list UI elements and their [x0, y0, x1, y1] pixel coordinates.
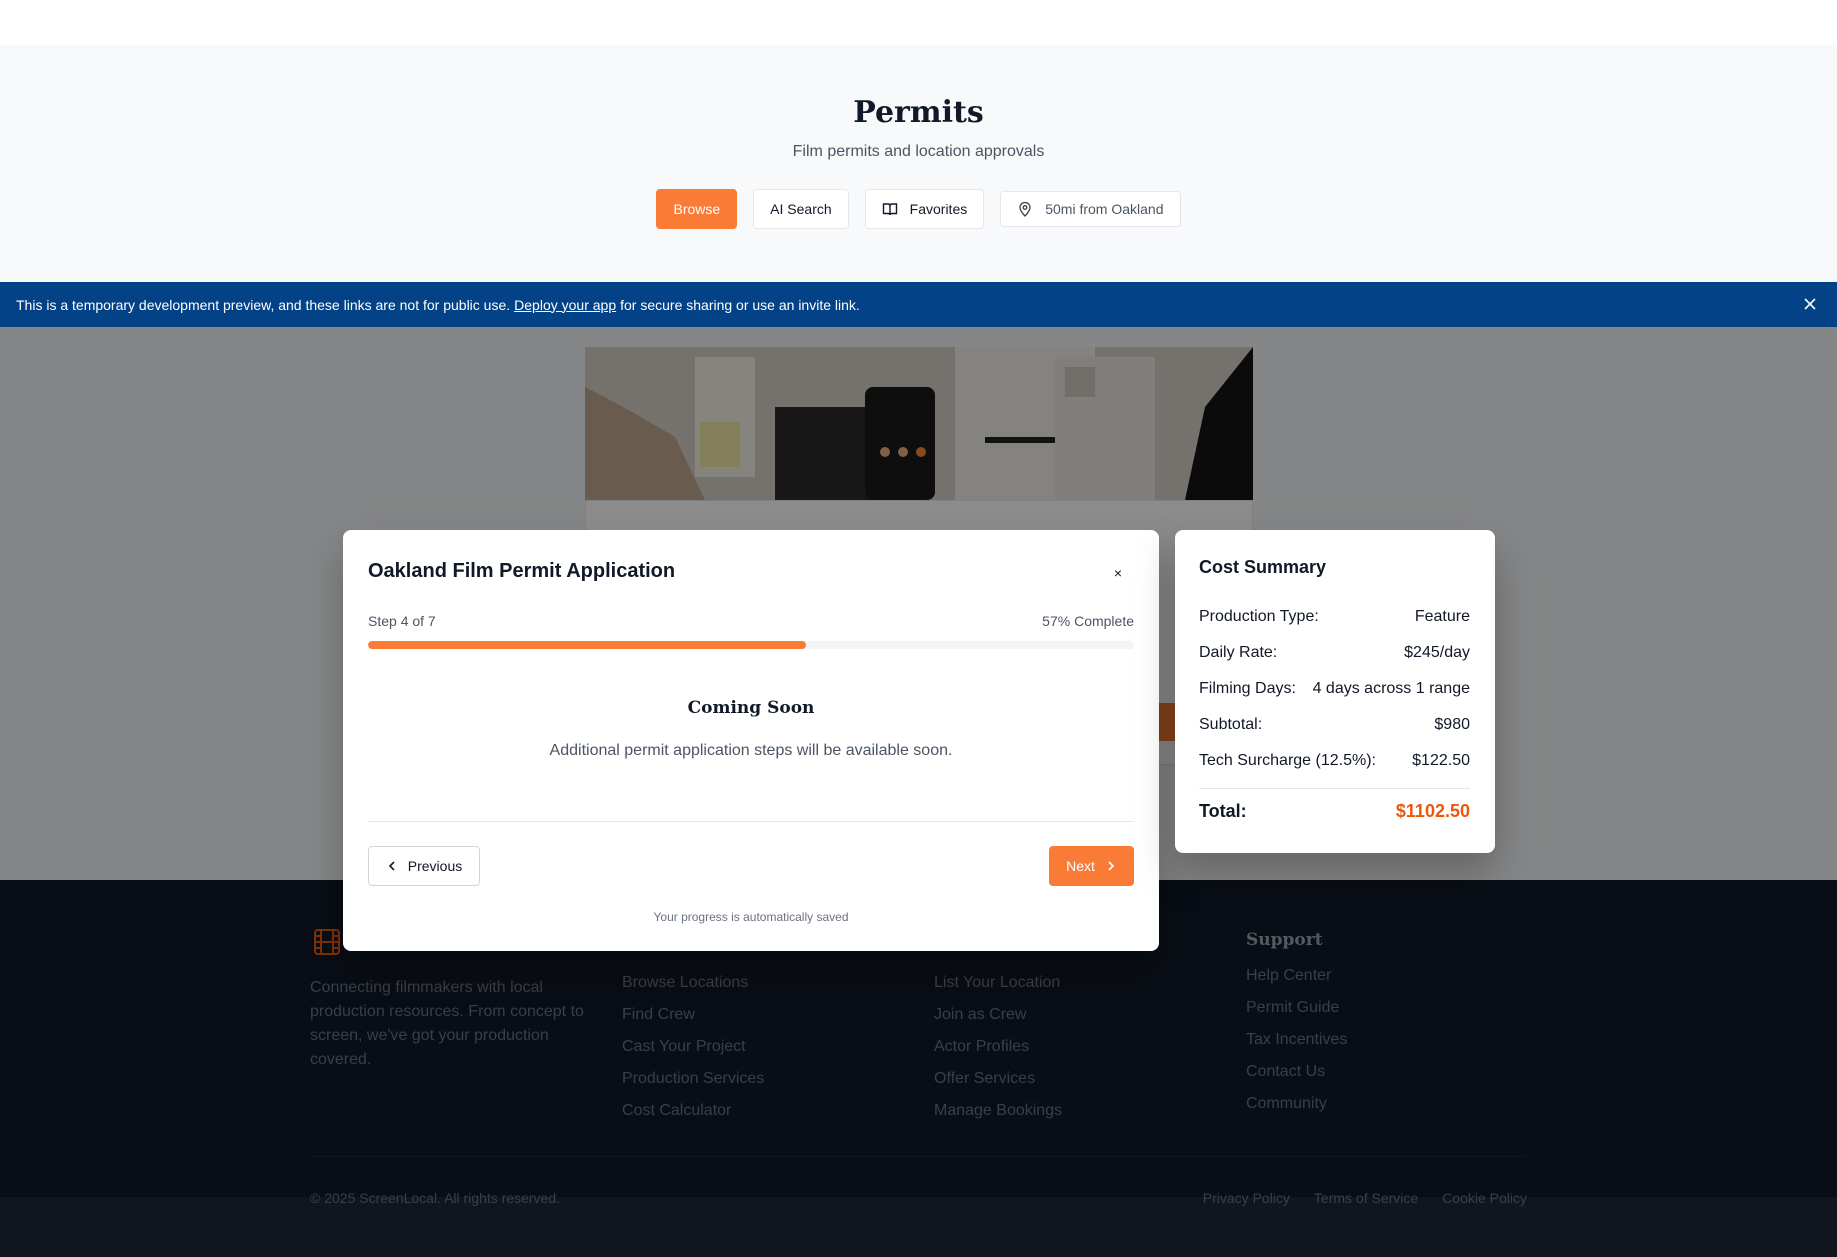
dev-preview-banner: This is a temporary development preview,…	[0, 282, 1837, 327]
map-pin-icon	[1017, 201, 1033, 217]
cost-label: Filming Days:	[1199, 680, 1296, 697]
book-icon	[882, 201, 898, 217]
progress-bar	[368, 641, 1134, 649]
banner-text: This is a temporary development preview,…	[16, 296, 511, 313]
cost-row-subtotal: Subtotal: $980	[1199, 716, 1470, 734]
chevron-right-icon	[1105, 860, 1117, 872]
cost-row-daily-rate: Daily Rate: $245/day	[1199, 644, 1470, 662]
modal-divider	[368, 821, 1134, 822]
cost-value: $122.50	[1412, 752, 1470, 769]
cost-row-production-type: Production Type: Feature	[1199, 608, 1470, 626]
progress-bar-fill	[368, 641, 806, 649]
cost-value: Feature	[1414, 608, 1470, 625]
permit-application-modal: Oakland Film Permit Application × Step 4…	[343, 530, 1159, 951]
close-icon[interactable]	[1801, 295, 1819, 313]
ai-search-label: AI Search	[770, 201, 832, 217]
page-subtitle: Film permits and location approvals	[792, 143, 1045, 160]
cost-row-filming-days: Filming Days: 4 days across 1 range	[1199, 680, 1470, 698]
cost-summary-panel: Cost Summary Production Type: Feature Da…	[1175, 530, 1495, 853]
cost-label: Production Type:	[1199, 608, 1319, 625]
cost-row-tech-surcharge: Tech Surcharge (12.5%): $122.50	[1199, 752, 1470, 770]
cost-value: 4 days across 1 range	[1312, 680, 1470, 697]
next-label: Next	[1066, 858, 1095, 874]
location-label: 50mi from Oakland	[1045, 201, 1164, 217]
next-button[interactable]: Next	[1049, 846, 1134, 886]
favorites-label: Favorites	[909, 201, 968, 217]
total-value: $1102.50	[1395, 801, 1470, 821]
cost-label: Tech Surcharge (12.5%):	[1199, 752, 1376, 769]
percent-complete: 57% Complete	[1042, 613, 1134, 629]
cost-label: Subtotal:	[1199, 716, 1263, 733]
total-label: Total:	[1199, 801, 1247, 821]
location-filter-button[interactable]: 50mi from Oakland	[1000, 191, 1181, 227]
deploy-link[interactable]: Deploy your app	[514, 297, 616, 313]
cost-summary-title: Cost Summary	[1199, 557, 1327, 577]
hero-section	[0, 45, 1837, 282]
previous-button[interactable]: Previous	[368, 846, 480, 886]
top-bar	[0, 0, 1837, 45]
ai-search-button[interactable]: AI Search	[753, 189, 849, 229]
modal-title: Oakland Film Permit Application	[368, 560, 676, 582]
favorites-button[interactable]: Favorites	[864, 189, 985, 229]
browse-label: Browse	[673, 201, 721, 217]
coming-soon-text: Additional permit application steps will…	[549, 742, 953, 759]
banner-text-after: for secure sharing or use an invite link…	[620, 296, 860, 313]
autosave-note: Your progress is automatically saved	[653, 910, 849, 924]
cost-label: Daily Rate:	[1199, 644, 1278, 661]
hero-actions: Browse AI Search Favorites 50mi from Oak…	[0, 189, 1837, 229]
cost-value: $980	[1434, 716, 1470, 733]
coming-soon-title: Coming Soon	[687, 698, 815, 718]
chevron-left-icon	[386, 860, 398, 872]
modal-close-button[interactable]: ×	[1108, 563, 1128, 583]
page-title: Permits	[853, 95, 984, 130]
browse-button[interactable]: Browse	[656, 189, 738, 229]
previous-label: Previous	[407, 858, 463, 874]
step-indicator: Step 4 of 7	[368, 613, 436, 629]
cost-total-row: Total: $1102.50	[1199, 801, 1470, 822]
cost-divider	[1199, 788, 1470, 789]
cost-value: $245/day	[1404, 644, 1470, 661]
